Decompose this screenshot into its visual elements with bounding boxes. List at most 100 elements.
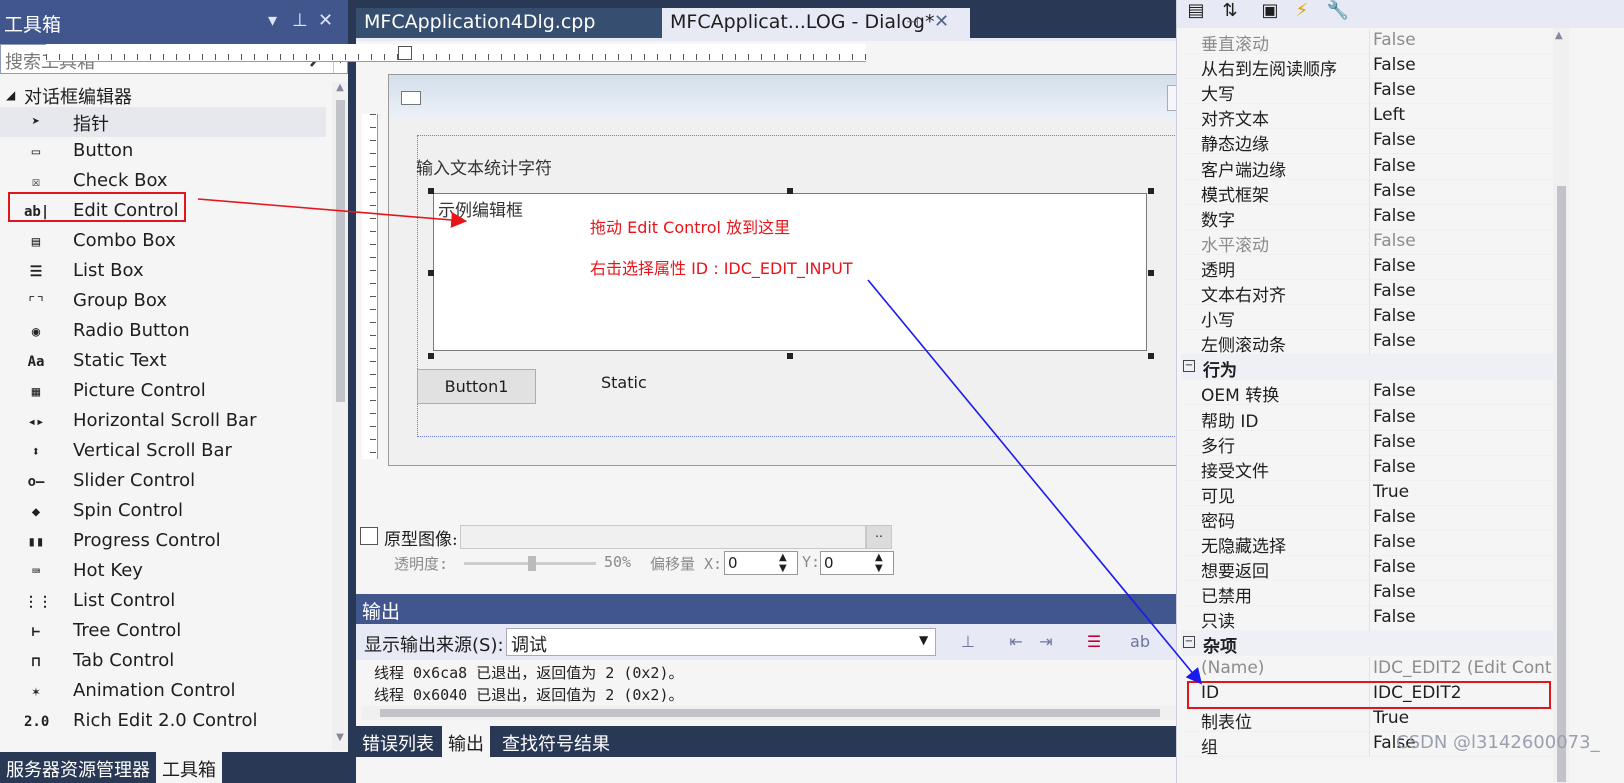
property-value[interactable]: False [1373, 30, 1553, 50]
slider-thumb[interactable] [528, 556, 536, 571]
property-row[interactable]: 可见 True [1181, 480, 1553, 507]
toolbox-item[interactable]: 2.0 Rich Edit 2.0 Control [0, 707, 326, 737]
toolbox-item[interactable]: ▭ Button [0, 137, 326, 167]
output-hscrollbar[interactable] [362, 706, 1176, 720]
property-row[interactable]: OEM 转换 False [1181, 380, 1553, 406]
properties-scrollbar[interactable]: ▲ [1553, 28, 1569, 783]
toolbox-item[interactable]: ➤ 指针 [0, 107, 326, 137]
property-row[interactable]: 接受文件 False [1181, 455, 1553, 482]
property-value[interactable]: False [1373, 582, 1553, 602]
property-row[interactable]: 想要返回 False [1181, 556, 1553, 582]
spin-arrows-icon[interactable]: ▲ ▼ [875, 552, 883, 574]
tab-error-list[interactable]: 错误列表 [356, 726, 440, 757]
property-row[interactable]: (Name) IDC_EDIT2 (Edit Contr [1181, 656, 1553, 682]
resize-handle[interactable] [1148, 353, 1154, 359]
property-row[interactable]: 帮助 ID False [1181, 405, 1553, 432]
property-row[interactable]: 密码 False [1181, 505, 1553, 532]
property-value[interactable]: False [1373, 256, 1553, 276]
resize-handle[interactable] [1148, 270, 1154, 276]
toolbox-item[interactable]: ▮▮ Progress Control [0, 527, 326, 557]
tab-dialog-resource[interactable]: MFCApplicat...LOG - Dialog* ⊣ ✕ [662, 8, 970, 38]
property-row[interactable]: 对齐文本 Left [1181, 104, 1553, 130]
resize-handle[interactable] [1148, 188, 1154, 194]
resize-handle[interactable] [428, 353, 434, 359]
tab-output[interactable]: 输出 [442, 726, 490, 757]
toolbox-item[interactable]: o— Slider Control [0, 467, 326, 497]
toolbox-item[interactable]: ⌨ Hot Key [0, 557, 326, 587]
property-row[interactable]: 静态边缘 False [1181, 129, 1553, 155]
resize-handle[interactable] [787, 188, 793, 194]
property-row[interactable]: 多行 False [1181, 430, 1553, 457]
group-misc[interactable]: − 杂项 [1181, 631, 1553, 657]
property-value[interactable]: False [1373, 507, 1553, 527]
toolbox-item[interactable]: ⋮⋮ List Control [0, 587, 326, 617]
prototype-path-field[interactable] [460, 525, 866, 549]
static-label[interactable]: 输入文本统计字符 [416, 154, 552, 179]
prev-message-icon[interactable]: ⇤ [1004, 632, 1028, 654]
browse-button[interactable]: .. [866, 525, 892, 549]
static-control[interactable]: Static [601, 373, 647, 392]
close-icon[interactable]: ✕ [318, 10, 333, 31]
property-value[interactable]: False [1373, 130, 1553, 150]
property-value[interactable]: False [1373, 557, 1553, 577]
goto-line-icon[interactable]: ⊥ [956, 632, 980, 654]
property-value[interactable]: False [1373, 206, 1553, 226]
property-value[interactable]: True [1373, 708, 1553, 728]
next-message-icon[interactable]: ⇥ [1034, 632, 1058, 654]
collapse-icon[interactable]: − [1183, 360, 1195, 373]
tab-server-explorer[interactable]: 服务器资源管理器 [0, 752, 156, 783]
scroll-thumb[interactable] [336, 100, 345, 402]
property-value[interactable]: False [1373, 181, 1553, 201]
property-row[interactable]: 客户端边缘 False [1181, 154, 1553, 181]
toolbox-item[interactable]: Aa Static Text [0, 347, 326, 377]
property-row[interactable]: 已禁用 False [1181, 581, 1553, 607]
property-value[interactable]: IDC_EDIT2 (Edit Contr [1373, 658, 1553, 678]
property-row[interactable]: 无隐藏选择 False [1181, 531, 1553, 557]
opacity-slider[interactable] [464, 556, 596, 571]
toolbox-item[interactable]: ◂▸ Horizontal Scroll Bar [0, 407, 326, 437]
property-row[interactable]: 左侧滚动条 False [1181, 330, 1553, 356]
property-row[interactable]: 垂直滚动 False [1181, 29, 1553, 55]
resize-handle[interactable] [787, 353, 793, 359]
offset-y-spinner[interactable]: 0 ▲ ▼ [820, 551, 894, 575]
property-row[interactable]: 透明 False [1181, 254, 1553, 281]
property-value[interactable]: False [1373, 532, 1553, 552]
dropdown-icon[interactable]: ▾ [268, 10, 277, 31]
property-value[interactable]: False [1373, 607, 1553, 627]
property-row[interactable]: 大写 False [1181, 79, 1553, 105]
collapse-icon[interactable]: − [1183, 636, 1195, 649]
output-source-select[interactable]: 调试 ▼ [506, 628, 936, 656]
property-row[interactable]: 数字 False [1181, 204, 1553, 231]
property-value[interactable]: False [1373, 231, 1553, 251]
toolbox-item[interactable]: ▤ Combo Box [0, 227, 326, 257]
toolbox-item[interactable]: ☰ List Box [0, 257, 326, 287]
tab-toolbox[interactable]: 工具箱 [156, 752, 222, 783]
close-icon[interactable]: ✕ [934, 11, 949, 32]
tab-find-symbol[interactable]: 查找符号结果 [496, 726, 616, 757]
toolbox-item[interactable]: ◉ Radio Button [0, 317, 326, 347]
chevron-down-icon[interactable]: ▼ [919, 633, 928, 647]
property-value[interactable]: False [1373, 306, 1553, 326]
toolbox-item[interactable]: ▦ Picture Control [0, 377, 326, 407]
property-value[interactable]: False [1373, 407, 1553, 427]
property-value[interactable]: Left [1373, 105, 1553, 125]
resize-handle[interactable] [428, 270, 434, 276]
property-value[interactable]: False [1373, 55, 1553, 75]
pin-icon[interactable]: ⊥ [292, 10, 308, 31]
resize-handle[interactable] [428, 188, 434, 194]
property-value[interactable]: False [1373, 80, 1553, 100]
pin-icon[interactable]: ⊣ [906, 13, 919, 31]
property-row[interactable]: 模式框架 False [1181, 179, 1553, 206]
prototype-checkbox[interactable] [360, 527, 378, 545]
spin-arrows-icon[interactable]: ▲ ▼ [779, 552, 787, 574]
toolbox-item[interactable]: ⊓ Tab Control [0, 647, 326, 677]
property-value[interactable]: False [1373, 281, 1553, 301]
group-behavior[interactable]: − 行为 [1181, 355, 1553, 381]
property-value[interactable]: False [1373, 156, 1553, 176]
property-value[interactable]: False [1373, 457, 1553, 477]
scroll-thumb[interactable] [380, 709, 1160, 717]
property-row[interactable]: 文本右对齐 False [1181, 280, 1553, 306]
scroll-up-icon[interactable]: ▲ [332, 82, 348, 98]
alphabetical-icon[interactable]: ⇅ [1215, 0, 1245, 26]
scroll-thumb[interactable] [1557, 186, 1566, 782]
